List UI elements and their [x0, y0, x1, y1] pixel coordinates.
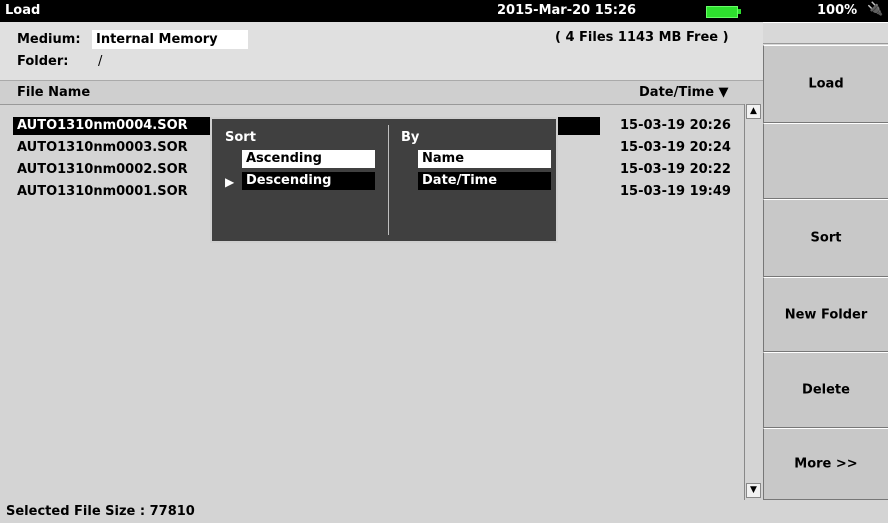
sort-by-name-option[interactable]: Name [418, 150, 551, 168]
power-plug-icon: 🔌 [867, 2, 884, 17]
scroll-up-icon[interactable]: ▲ [746, 104, 761, 119]
location-info: Medium: Internal Memory Folder: / ( 4 Fi… [0, 22, 763, 80]
folder-value: / [98, 54, 103, 69]
file-name: AUTO1310nm0002.SOR [17, 162, 188, 177]
date-time: 2015-Mar-20 15:26 [497, 3, 637, 18]
selected-file-size: Selected File Size : 77810 [6, 504, 195, 519]
dialog-divider [388, 125, 389, 235]
battery-icon [706, 6, 741, 18]
scrollbar[interactable]: ▲ ▼ [744, 104, 763, 500]
sort-button[interactable]: Sort [763, 199, 888, 277]
sort-by-datetime-option[interactable]: Date/Time [418, 172, 551, 190]
sort-descending-option[interactable]: Descending [242, 172, 375, 190]
battery-percent: 100% [817, 3, 858, 18]
column-header: File Name Date/Time ▼ [0, 80, 763, 104]
delete-button[interactable]: Delete [763, 352, 888, 428]
file-date: 15-03-19 20:22 [620, 162, 731, 177]
column-file-name[interactable]: File Name [17, 85, 90, 100]
medium-label: Medium: [17, 32, 81, 47]
medium-field[interactable]: Internal Memory [92, 30, 248, 49]
files-summary: ( 4 Files 1143 MB Free ) [555, 30, 729, 45]
scroll-down-icon[interactable]: ▼ [746, 483, 761, 498]
column-date-time[interactable]: Date/Time ▼ [639, 85, 729, 100]
load-button[interactable]: Load [763, 45, 888, 123]
blank-softkey[interactable] [763, 123, 888, 199]
softkey-spacer [763, 22, 888, 44]
softkey-panel: Load Sort New Folder Delete More >> [763, 22, 888, 500]
file-date: 15-03-19 20:26 [620, 118, 731, 133]
selected-pointer-icon: ▶ [225, 175, 235, 189]
file-name: AUTO1310nm0001.SOR [17, 184, 188, 199]
file-date: 15-03-19 19:49 [620, 184, 731, 199]
title-bar: Load 2015-Mar-20 15:26 100% 🔌 [0, 0, 888, 22]
sort-ascending-option[interactable]: Ascending [242, 150, 375, 168]
folder-label: Folder: [17, 54, 69, 69]
status-bar: Selected File Size : 77810 [0, 500, 888, 523]
more-button[interactable]: More >> [763, 428, 888, 500]
file-name: AUTO1310nm0003.SOR [17, 140, 188, 155]
sort-heading: Sort [225, 130, 256, 145]
new-folder-button[interactable]: New Folder [763, 277, 888, 352]
file-date: 15-03-19 20:24 [620, 140, 731, 155]
sort-dialog: Sort By Ascending ▶ Descending Name Date… [210, 117, 558, 243]
by-heading: By [401, 130, 420, 145]
screen-title: Load [5, 3, 41, 18]
file-name: AUTO1310nm0004.SOR [17, 118, 188, 133]
